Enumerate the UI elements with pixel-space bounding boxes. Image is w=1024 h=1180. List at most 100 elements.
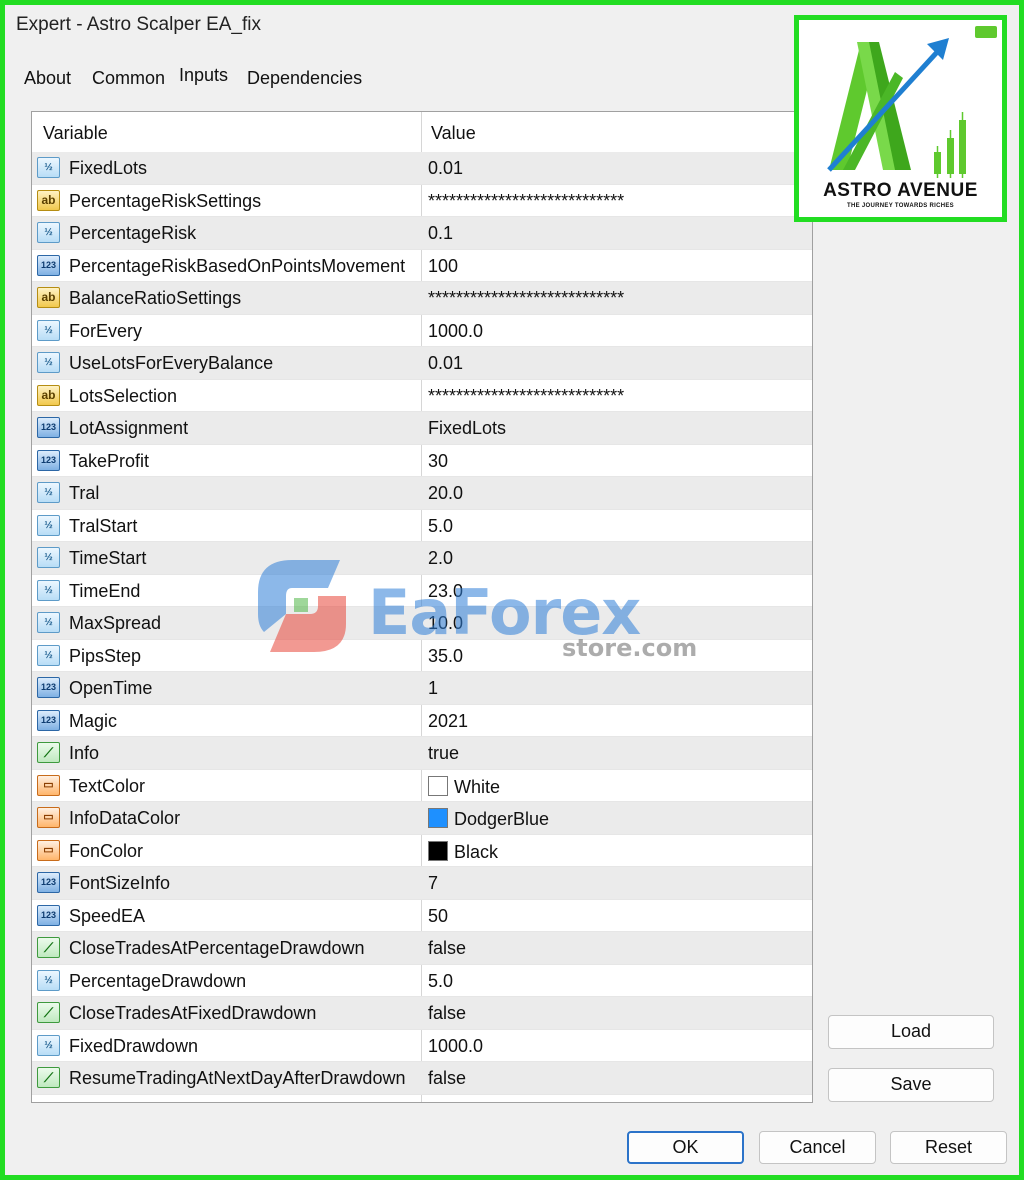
variable-value[interactable]: 2.0 bbox=[428, 548, 453, 569]
load-button[interactable]: Load bbox=[828, 1015, 994, 1049]
value-text: 5.0 bbox=[428, 515, 454, 536]
variable-value[interactable]: 23.0 bbox=[428, 581, 463, 602]
table-row[interactable]: 123 TakeProfit 30 bbox=[32, 445, 812, 477]
save-button[interactable]: Save bbox=[828, 1068, 994, 1102]
table-row[interactable]: 123 OpenTime 1 bbox=[32, 672, 812, 705]
table-row[interactable]: ⟋ ResumeTradingAtNextDayAfterDrawdown fals… bbox=[32, 1062, 812, 1095]
table-row[interactable]: ½ TralStart 5.0 bbox=[32, 510, 812, 542]
variable-value[interactable]: DodgerBlue bbox=[428, 808, 549, 830]
ok-button[interactable]: OK bbox=[627, 1131, 744, 1164]
variable-value[interactable]: 1000.0 bbox=[428, 1036, 483, 1057]
logo-brand-name: ASTRO AVENUE bbox=[823, 180, 978, 201]
variable-value[interactable]: true bbox=[428, 743, 459, 764]
table-row[interactable]: 123 PercentageRiskBasedOnPointsMovement 10… bbox=[32, 250, 812, 282]
logo-tagline: THE JOURNEY TOWARDS RICHES bbox=[847, 203, 954, 209]
variable-value[interactable]: 5.0 bbox=[428, 516, 453, 537]
table-row[interactable]: 123 SpeedEA 50 bbox=[32, 900, 812, 932]
table-row[interactable]: ½ ForEvery 1000.0 bbox=[32, 315, 812, 347]
fraction-icon: ½ bbox=[37, 157, 60, 178]
integer-type-icon: 123 bbox=[37, 904, 60, 926]
table-row[interactable]: ab PercentageRiskSettings ****************… bbox=[32, 185, 812, 217]
boolean-type-icon: ⟋ bbox=[37, 937, 60, 958]
table-row[interactable]: ▭ FonColor Black bbox=[32, 835, 812, 867]
variable-value[interactable]: 100 bbox=[428, 256, 458, 277]
window-title: Expert - Astro Scalper EA_fix bbox=[16, 14, 261, 35]
tab-dependencies[interactable]: Dependencies bbox=[247, 68, 362, 89]
table-row[interactable]: ½ UseLotsForEveryBalance 0.01 bbox=[32, 347, 812, 380]
variable-value[interactable]: 0.01 bbox=[428, 158, 463, 179]
variable-value[interactable]: 50 bbox=[428, 906, 448, 927]
fraction-icon: ½ bbox=[37, 644, 60, 666]
variable-value[interactable]: false bbox=[428, 1003, 466, 1024]
table-row[interactable]: ⟋ Info true bbox=[32, 737, 812, 770]
variable-value[interactable]: 35.0 bbox=[428, 646, 463, 667]
variable-value[interactable]: Black bbox=[428, 840, 498, 863]
variable-value[interactable]: **************************** bbox=[428, 191, 624, 212]
fraction-icon: ½ bbox=[37, 514, 60, 536]
color-type-icon: ▭ bbox=[37, 774, 60, 796]
table-row[interactable]: ½ PipsStep 35.0 bbox=[32, 640, 812, 672]
table-row[interactable]: ⟋ CloseTradesAtFixedDrawdown false bbox=[32, 997, 812, 1030]
value-text: 10.0 bbox=[428, 613, 464, 633]
variable-name: SpeedEA bbox=[69, 905, 146, 926]
table-row[interactable]: 123 LotAssignment FixedLots bbox=[32, 412, 812, 445]
variable-name: FixedDrawdown bbox=[69, 1035, 199, 1056]
color-swatch bbox=[428, 808, 448, 828]
variable-value[interactable]: false bbox=[428, 938, 466, 959]
variable-value[interactable]: 7 bbox=[428, 873, 438, 894]
column-header-value[interactable]: Value bbox=[431, 123, 476, 144]
table-row[interactable]: 123 Magic 2021 bbox=[32, 705, 812, 737]
color-type-icon: ▭ bbox=[37, 839, 60, 861]
variable-value[interactable]: **************************** bbox=[428, 386, 624, 407]
table-row[interactable]: 123 FontSizeInfo 7 bbox=[32, 867, 812, 900]
table-row[interactable]: ½ FixedLots 0.01 bbox=[32, 152, 812, 185]
variable-name: PercentageDrawdown bbox=[69, 970, 247, 991]
table-row[interactable]: ½ Tral 20.0 bbox=[32, 477, 812, 510]
variable-value[interactable]: 2021 bbox=[428, 711, 468, 732]
variable-value[interactable]: 0.01 bbox=[428, 353, 463, 374]
fraction-icon: ½ bbox=[37, 222, 60, 243]
reset-button[interactable]: Reset bbox=[890, 1131, 1007, 1164]
table-row[interactable]: ½ TimeEnd 23.0 bbox=[32, 575, 812, 607]
variable-value[interactable]: **************************** bbox=[428, 288, 624, 309]
variable-name: TimeEnd bbox=[69, 580, 141, 601]
tab-common[interactable]: Common bbox=[92, 68, 165, 89]
cancel-button[interactable]: Cancel bbox=[759, 1131, 876, 1164]
table-row[interactable]: ab LotsSelection *************************… bbox=[32, 380, 812, 412]
variable-value[interactable]: 0.1 bbox=[428, 223, 453, 244]
astro-avenue-logo: ASTRO AVENUE THE JOURNEY TOWARDS RICHES bbox=[794, 15, 1007, 222]
table-row[interactable]: ⟋ CloseTradesAtPercentageDrawdown false bbox=[32, 932, 812, 965]
variable-name: LotAssignment bbox=[69, 418, 189, 438]
variable-value[interactable]: 1000.0 bbox=[428, 321, 483, 342]
variable-value[interactable]: FixedLots bbox=[428, 418, 506, 439]
table-row[interactable]: ½ PercentageDrawdown 5.0 bbox=[32, 965, 812, 997]
column-header-variable[interactable]: Variable bbox=[43, 123, 108, 144]
table-row[interactable]: ▭ InfoDataColor DodgerBlue bbox=[32, 802, 812, 835]
table-row[interactable]: ½ MaxSpread 10.0 bbox=[32, 607, 812, 640]
variable-name: BalanceRatioSettings bbox=[69, 288, 242, 308]
table-row[interactable]: ▭ TextColor White bbox=[32, 770, 812, 802]
fraction-icon: ½ bbox=[37, 482, 60, 503]
table-row[interactable]: ½ PercentageRisk 0.1 bbox=[32, 217, 812, 250]
value-text: 0.01 bbox=[428, 353, 464, 373]
inputs-table: Variable Value ½ FixedLots 0.01 ab Percentag… bbox=[31, 111, 813, 1103]
variable-value[interactable]: 30 bbox=[428, 451, 448, 472]
variable-name: OpenTime bbox=[69, 678, 153, 698]
tab-inputs[interactable]: Inputs bbox=[179, 65, 228, 86]
variable-name: CloseTradesAtPercentageDrawdown bbox=[69, 938, 365, 958]
table-row[interactable]: ab BalanceRatioSettings ******************… bbox=[32, 282, 812, 315]
variable-name: PercentageRiskBasedOnPointsMovement bbox=[69, 255, 406, 276]
tab-about[interactable]: About bbox=[24, 68, 71, 89]
variable-value[interactable]: White bbox=[428, 775, 500, 798]
variable-value[interactable]: 5.0 bbox=[428, 971, 453, 992]
value-text: 2.0 bbox=[428, 548, 454, 568]
variable-value[interactable]: 1 bbox=[428, 678, 438, 699]
table-row[interactable]: ½ TimeStart 2.0 bbox=[32, 542, 812, 575]
value-text: 0.01 bbox=[428, 158, 464, 178]
variable-value[interactable]: false bbox=[428, 1068, 466, 1089]
value-text: 1 bbox=[428, 678, 439, 698]
variable-value[interactable]: 10.0 bbox=[428, 613, 463, 634]
variable-value[interactable]: 20.0 bbox=[428, 483, 463, 504]
table-row[interactable]: ½ FixedDrawdown 1000.0 bbox=[32, 1030, 812, 1062]
value-text: 35.0 bbox=[428, 645, 464, 666]
